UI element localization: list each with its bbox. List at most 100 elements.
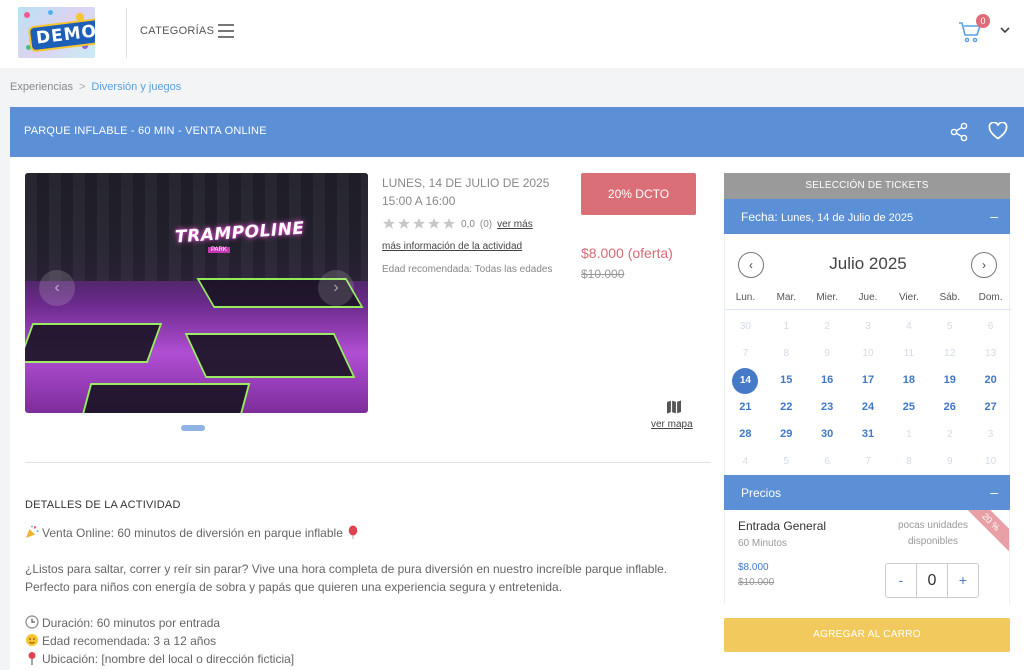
menu-icon[interactable] xyxy=(218,24,234,38)
star-icon xyxy=(443,218,455,229)
weekday-label: Jue. xyxy=(858,292,878,303)
calendar-grid: 30 1 2 3 4 5 6 7 8 9 10 11 12 13 14 15 16 17 18 19 20 21 22 23 2… xyxy=(725,313,1011,475)
calendar-week: 4 5 6 7 8 9 10 xyxy=(725,448,1011,475)
collapse-icon[interactable]: – xyxy=(990,484,998,500)
decrement-button[interactable]: - xyxy=(886,564,916,597)
rating: 0,0 (0) ver más xyxy=(382,217,533,231)
breadcrumb-diversion[interactable]: Diversión y juegos xyxy=(91,81,181,93)
weekday-label: Vier. xyxy=(898,292,919,303)
calendar-week: 7 8 9 10 11 12 13 xyxy=(725,340,1011,367)
calendar-day-number: 14 xyxy=(732,368,759,394)
increment-button[interactable]: + xyxy=(948,564,978,597)
more-info-link[interactable]: más información de la actividad xyxy=(382,241,522,252)
calendar-day[interactable]: 29 xyxy=(766,421,807,448)
image-sign-sub: PARK xyxy=(208,247,230,253)
product-image-slider[interactable]: TRAMPOLINE PARK ‹ › xyxy=(25,173,368,413)
quantity-value[interactable]: 0 xyxy=(916,564,948,597)
ticket-selection-header: SELECCIÓN DE TICKETS xyxy=(724,173,1010,199)
child-icon xyxy=(26,634,38,646)
calendar-day[interactable]: 20 xyxy=(970,367,1011,394)
weekday-label: Sáb. xyxy=(939,292,961,303)
clock-icon xyxy=(25,615,39,629)
calendar-day[interactable]: 31 xyxy=(848,421,889,448)
share-icon[interactable] xyxy=(950,122,968,142)
quantity-stepper: - 0 + xyxy=(885,563,979,598)
calendar-day[interactable]: 15 xyxy=(766,367,807,394)
calendar-day[interactable]: 26 xyxy=(929,394,970,421)
details-intro: Venta Online: 60 minutos de diversión en… xyxy=(42,526,343,540)
calendar-day: 10 xyxy=(862,348,874,359)
calendar-month: Julio 2025 xyxy=(829,254,907,273)
offer-price: $8.000 (oferta) xyxy=(581,245,673,261)
add-to-cart-button[interactable]: AGREGAR AL CARRO xyxy=(724,618,1010,652)
map-link[interactable]: ver mapa xyxy=(651,419,693,430)
top-bar: DEMO CATEGORÍAS 0 xyxy=(0,0,1024,68)
slider-next-button[interactable]: › xyxy=(318,270,354,306)
calendar-day: 4 xyxy=(906,321,912,332)
event-time: 15:00 A 16:00 xyxy=(382,194,456,208)
trampoline-pad xyxy=(25,323,163,363)
calendar-day: 11 xyxy=(903,348,915,359)
ticket-row: Entrada General 60 Minutos $8.000 $10.00… xyxy=(724,510,1010,604)
weekday-label: Mar. xyxy=(776,292,797,303)
calendar-day[interactable]: 22 xyxy=(766,394,807,421)
calendar-day[interactable]: 27 xyxy=(970,394,1011,421)
location-pin-icon xyxy=(28,652,36,665)
details-duration: Duración: 60 minutos por entrada xyxy=(42,616,221,630)
calendar-day-selected[interactable]: 14 xyxy=(725,367,766,394)
heart-icon[interactable] xyxy=(988,122,1008,140)
calendar: ‹ Julio 2025 › Lun. Mar. Mier. Jue. Vier. Sáb… xyxy=(724,234,1011,475)
calendar-day: 3 xyxy=(865,321,871,332)
calendar-day[interactable]: 30 xyxy=(807,421,848,448)
calendar-day[interactable]: 18 xyxy=(888,367,929,394)
ticket-old-price: $10.000 xyxy=(738,577,775,588)
calendar-week: 14 15 16 17 18 19 20 xyxy=(725,367,1011,394)
slider-dot-active[interactable] xyxy=(181,425,205,431)
rating-more-link[interactable]: ver más xyxy=(497,219,533,230)
calendar-day: 30 xyxy=(739,321,751,332)
calendar-day: 6 xyxy=(824,456,830,467)
breadcrumb-experiencias[interactable]: Experiencias xyxy=(10,81,73,93)
site-logo[interactable]: DEMO xyxy=(18,7,95,58)
ticket-name: Entrada General xyxy=(738,519,827,533)
details-age: Edad recomendada: 3 a 12 años xyxy=(42,634,217,648)
calendar-day: 6 xyxy=(987,321,994,332)
slider-prev-button[interactable]: ‹ xyxy=(39,270,75,306)
collapse-icon[interactable]: – xyxy=(990,208,998,224)
calendar-day: 9 xyxy=(824,348,830,359)
calendar-day: 8 xyxy=(783,348,790,359)
calendar-day[interactable]: 24 xyxy=(848,394,889,421)
weekday-label: Dom. xyxy=(978,292,1003,303)
map-icon[interactable] xyxy=(666,399,682,415)
calendar-day: 4 xyxy=(742,456,749,467)
calendar-week: 30 1 2 3 4 5 6 xyxy=(725,313,1011,340)
prices-accordion-header[interactable]: Precios – xyxy=(724,475,1010,510)
calendar-day: 8 xyxy=(906,456,912,467)
details-location: Ubicación: [nombre del local o dirección… xyxy=(42,652,295,666)
categories-label[interactable]: CATEGORÍAS xyxy=(140,25,214,37)
cart-count-badge: 0 xyxy=(976,14,990,28)
calendar-day[interactable]: 21 xyxy=(725,394,766,421)
calendar-day[interactable]: 25 xyxy=(888,394,929,421)
calendar-day: 10 xyxy=(985,456,997,467)
original-price: $10.000 xyxy=(581,267,625,281)
product-title-bar: PARQUE INFLABLE - 60 MIN - VENTA ONLINE xyxy=(10,107,1024,157)
chevron-down-icon[interactable] xyxy=(999,25,1011,35)
calendar-next-button[interactable]: › xyxy=(971,252,997,278)
date-accordion-header[interactable]: Fecha: Lunes, 14 de Julio de 2025 – xyxy=(724,199,1010,234)
calendar-day[interactable]: 16 xyxy=(807,367,848,394)
calendar-weekdays: Lun. Mar. Mier. Jue. Vier. Sáb. Dom. xyxy=(725,292,1011,310)
details-title: DETALLES DE LA ACTIVIDAD xyxy=(25,499,181,511)
calendar-day: 1 xyxy=(906,429,912,440)
calendar-day[interactable]: 23 xyxy=(807,394,848,421)
calendar-day[interactable]: 17 xyxy=(848,367,889,394)
details-body: Venta Online: 60 minutos de diversión en… xyxy=(25,524,705,668)
trampoline-pad xyxy=(184,333,356,378)
weekday-label: Lun. xyxy=(735,292,756,303)
calendar-day[interactable]: 19 xyxy=(929,367,970,394)
breadcrumb: Experiencias > Diversión y juegos xyxy=(10,81,181,93)
date-label: Fecha: Lunes, 14 de Julio de 2025 xyxy=(741,210,914,224)
calendar-day[interactable]: 28 xyxy=(725,421,766,448)
calendar-day: 7 xyxy=(742,348,749,359)
confetti-dot xyxy=(24,12,30,18)
